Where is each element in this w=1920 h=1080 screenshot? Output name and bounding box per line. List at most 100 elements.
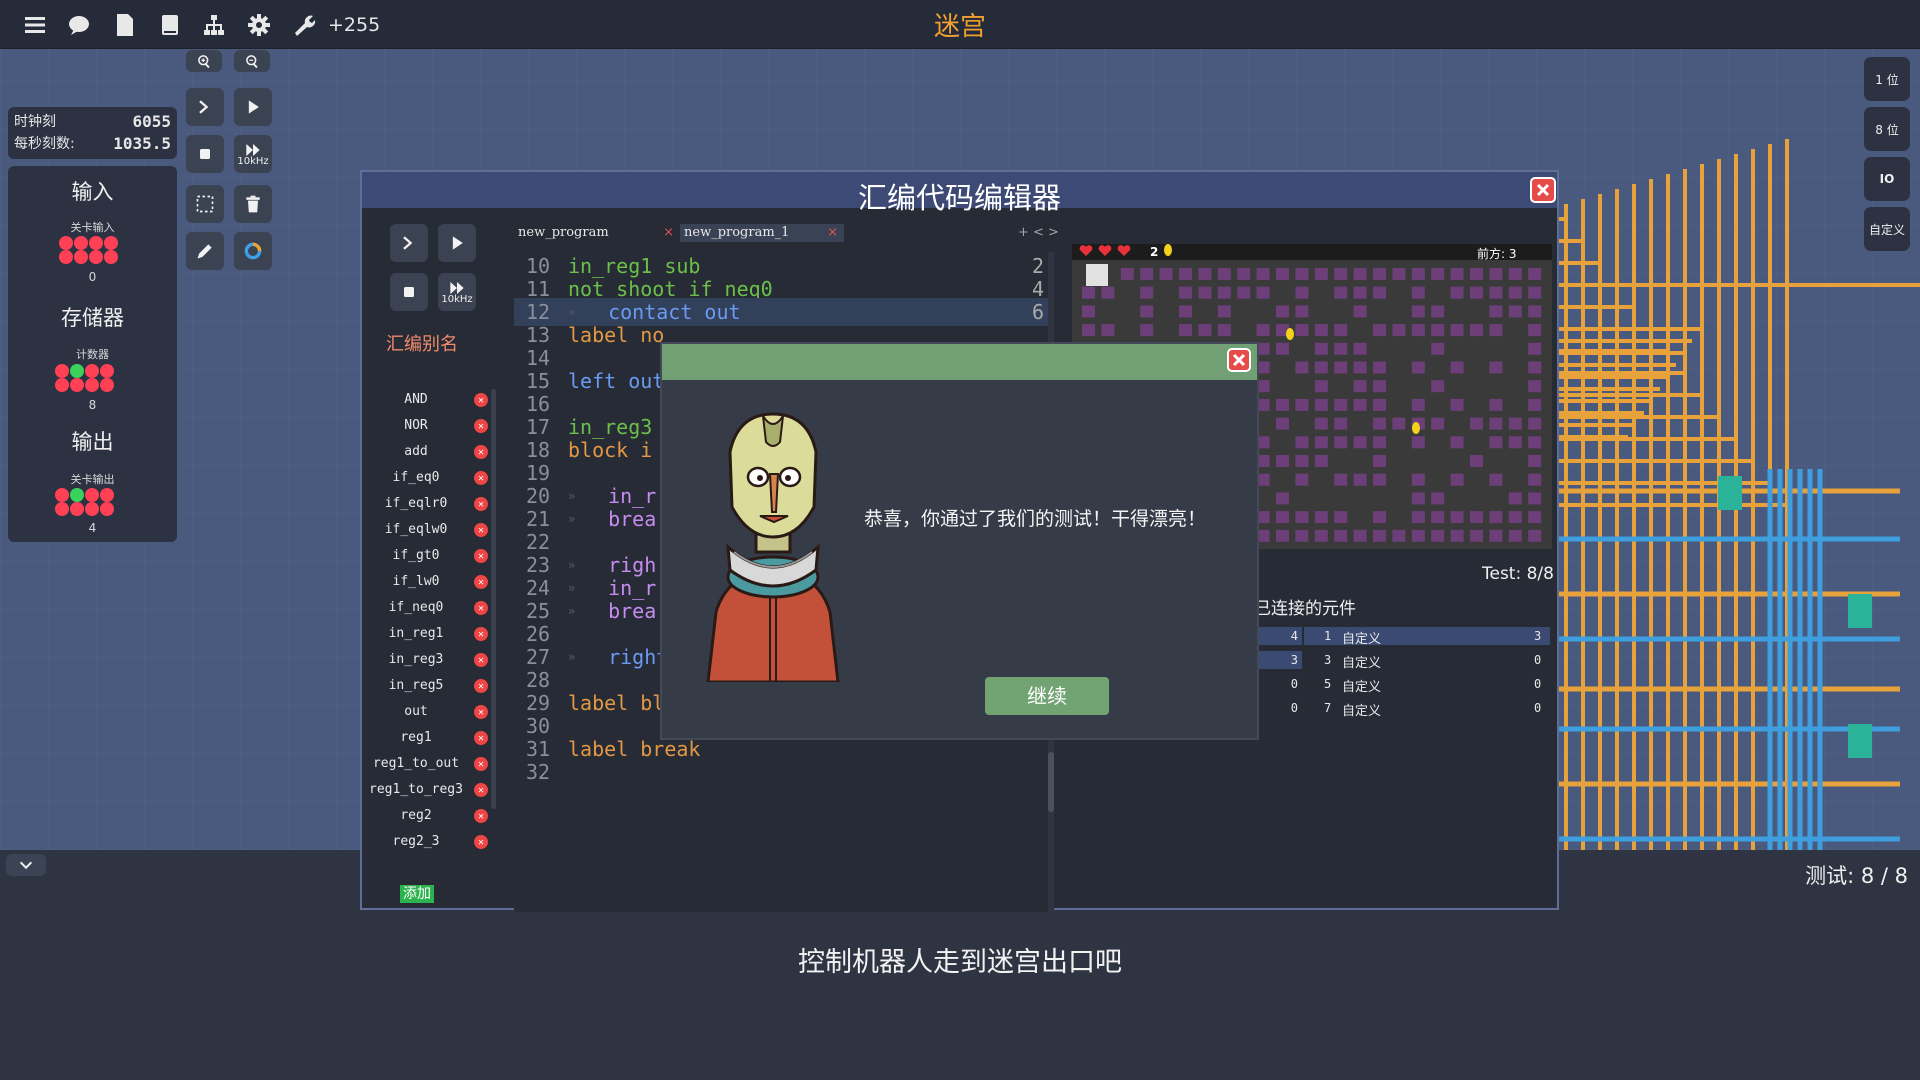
delete-alias-icon[interactable]: ✕ — [474, 731, 488, 745]
gear-icon[interactable] — [246, 12, 272, 38]
delete-alias-icon[interactable]: ✕ — [474, 653, 488, 667]
alias-item[interactable]: if_eqlr0 ✕ — [362, 491, 497, 517]
hierarchy-icon[interactable] — [201, 12, 227, 38]
delete-alias-icon[interactable]: ✕ — [474, 627, 488, 641]
tab-new-program-1[interactable]: new_program_1 × — [680, 224, 844, 242]
level-input-component[interactable] — [59, 236, 121, 266]
connected-left-value: 0 — [1290, 677, 1298, 691]
editor-fast-forward-button[interactable]: 10kHz — [438, 273, 476, 311]
editor-header: 汇编代码编辑器 — [362, 172, 1557, 215]
zoom-in-button[interactable] — [186, 50, 222, 72]
alias-item[interactable]: reg1 ✕ — [362, 725, 497, 751]
menu-icon[interactable] — [22, 12, 48, 38]
delete-alias-icon[interactable]: ✕ — [474, 757, 488, 771]
level-title: 迷宫 — [933, 12, 986, 42]
delete-alias-icon[interactable]: ✕ — [474, 471, 488, 485]
connected-row[interactable]: 4 1 自定义 3 — [1254, 627, 1554, 649]
alias-item[interactable]: if_neq0 ✕ — [362, 595, 497, 621]
pencil-icon[interactable] — [186, 232, 224, 270]
connected-row[interactable]: 0 5 自定义 0 — [1254, 675, 1554, 697]
delete-alias-icon[interactable]: ✕ — [474, 419, 488, 433]
dialog-close-button[interactable] — [1227, 348, 1251, 372]
delete-alias-icon[interactable]: ✕ — [474, 835, 488, 849]
fast-forward-button[interactable]: 10kHz — [234, 135, 272, 173]
add-alias-button[interactable]: 添加 — [400, 885, 434, 903]
tab-close-icon[interactable]: × — [663, 224, 674, 242]
palette-1bit-button[interactable]: 1 位 — [1864, 57, 1910, 101]
alias-item[interactable]: in_reg1 ✕ — [362, 621, 497, 647]
circuit-component[interactable] — [1848, 724, 1872, 758]
play-button[interactable] — [234, 88, 272, 126]
alias-item[interactable]: in_reg5 ✕ — [362, 673, 497, 699]
alias-item[interactable]: out ✕ — [362, 699, 497, 725]
color-wheel-icon[interactable] — [234, 232, 272, 270]
alias-item[interactable]: if_lw0 ✕ — [362, 569, 497, 595]
delete-alias-icon[interactable]: ✕ — [474, 809, 488, 823]
alias-name: NOR — [404, 418, 428, 433]
wrench-icon[interactable] — [291, 12, 317, 38]
connected-name: 自定义 — [1342, 656, 1382, 671]
chat-icon[interactable] — [66, 12, 92, 38]
collapse-button[interactable] — [6, 854, 46, 876]
connected-components-title: 已连接的元件 — [1254, 599, 1356, 619]
palette-io-button[interactable]: IO — [1864, 157, 1910, 201]
level-output-component[interactable] — [55, 488, 117, 518]
alias-item[interactable]: in_reg3 ✕ — [362, 647, 497, 673]
editor-close-button[interactable] — [1530, 177, 1556, 203]
alias-item[interactable]: NOR ✕ — [362, 413, 497, 439]
alias-item[interactable]: AND ✕ — [362, 387, 497, 413]
tab-close-icon[interactable]: × — [827, 224, 838, 242]
zoom-out-button[interactable] — [234, 50, 270, 72]
delete-alias-icon[interactable]: ✕ — [474, 705, 488, 719]
delete-alias-icon[interactable]: ✕ — [474, 549, 488, 563]
rate-label: 每秒刻数: — [14, 136, 75, 152]
connected-row[interactable]: 3 3 自定义 0 — [1254, 651, 1554, 673]
delete-alias-icon[interactable]: ✕ — [474, 497, 488, 511]
connected-row[interactable]: 0 7 自定义 0 — [1254, 699, 1554, 721]
code-line[interactable]: 32 — [514, 758, 1054, 786]
alias-item[interactable]: if_eqlw0 ✕ — [362, 517, 497, 543]
delete-alias-icon[interactable]: ✕ — [474, 601, 488, 615]
editor-speed-label: 10kHz — [441, 293, 473, 305]
alias-item[interactable]: reg2 ✕ — [362, 803, 497, 829]
alias-item[interactable]: if_gt0 ✕ — [362, 543, 497, 569]
connected-index: 5 — [1324, 677, 1332, 691]
delete-alias-icon[interactable]: ✕ — [474, 523, 488, 537]
delete-alias-icon[interactable]: ✕ — [474, 575, 488, 589]
stop-button[interactable] — [186, 135, 224, 173]
editor-play-button[interactable] — [438, 224, 476, 262]
continue-button[interactable]: 继续 — [985, 677, 1109, 715]
delete-alias-icon[interactable]: ✕ — [474, 445, 488, 459]
tab-controls[interactable]: + < > — [1014, 224, 1074, 242]
tab-new-program[interactable]: new_program × — [514, 224, 680, 242]
trash-icon[interactable] — [234, 185, 272, 223]
editor-step-button[interactable] — [390, 224, 428, 262]
alias-item[interactable]: reg2_3 ✕ — [362, 829, 497, 855]
circuit-component[interactable] — [1718, 476, 1742, 510]
delete-alias-icon[interactable]: ✕ — [474, 393, 488, 407]
step-button[interactable] — [186, 88, 224, 126]
alias-item[interactable]: if_eq0 ✕ — [362, 465, 497, 491]
delete-alias-icon[interactable]: ✕ — [474, 679, 488, 693]
counter-component[interactable] — [55, 364, 117, 394]
input-section-title: 输入 — [71, 180, 114, 204]
alias-scrollbar[interactable] — [491, 389, 496, 809]
delete-alias-icon[interactable]: ✕ — [474, 783, 488, 797]
select-tool-button[interactable] — [186, 185, 224, 223]
book-icon[interactable] — [157, 12, 183, 38]
editor-stop-button[interactable] — [390, 273, 428, 311]
alias-item[interactable]: reg1_to_reg3 ✕ — [362, 777, 497, 803]
alias-name: reg2_3 — [392, 834, 440, 849]
coin-icon — [1286, 328, 1294, 340]
palette-8bit-button[interactable]: 8 位 — [1864, 107, 1910, 151]
palette-custom-button[interactable]: 自定义 — [1864, 207, 1910, 251]
test-counter: 测试: 8 / 8 — [1805, 864, 1908, 888]
fast-forward-speed: 10kHz — [237, 155, 269, 167]
connected-index: 1 — [1324, 629, 1332, 643]
document-icon[interactable] — [112, 12, 138, 38]
circuit-component[interactable] — [1848, 594, 1872, 628]
storage-section-title: 存储器 — [61, 306, 124, 330]
success-dialog: 恭喜，你通过了我们的测试！干得漂亮！ 继续 — [660, 342, 1259, 740]
alias-item[interactable]: add ✕ — [362, 439, 497, 465]
alias-item[interactable]: reg1_to_out ✕ — [362, 751, 497, 777]
